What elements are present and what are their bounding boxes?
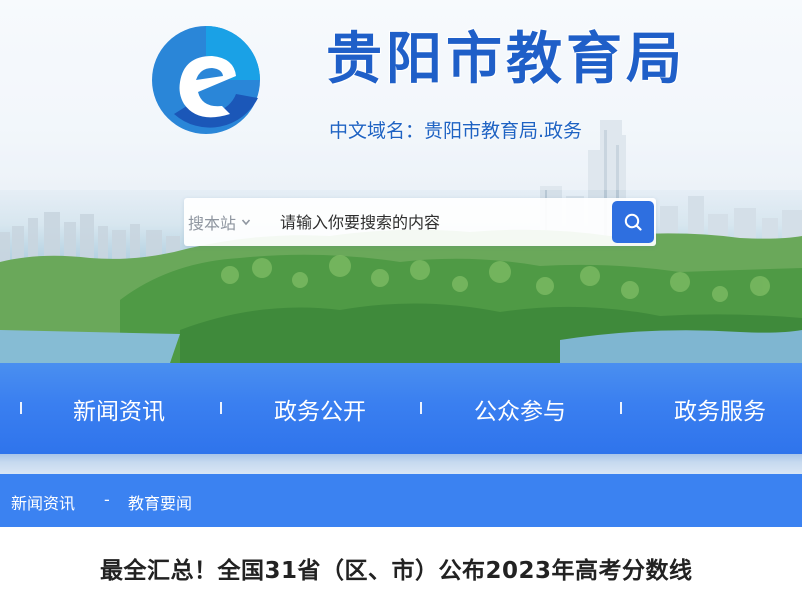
nav-divider xyxy=(620,402,622,414)
site-title: 贵阳市教育局 xyxy=(326,27,686,92)
search-input[interactable] xyxy=(280,208,598,236)
search-button[interactable] xyxy=(612,201,654,243)
nav-item-news[interactable]: 新闻资讯 xyxy=(73,363,165,454)
nav-divider xyxy=(20,402,22,414)
breadcrumb-separator: - xyxy=(104,490,110,509)
nav-item-public-participation[interactable]: 公众参与 xyxy=(474,363,566,454)
search-icon xyxy=(624,213,642,231)
nav-item-government-services[interactable]: 政务服务 xyxy=(674,363,766,454)
search-scope-label: 搜本站 xyxy=(188,214,237,233)
article-title: 最全汇总！全国31省（区、市）公布2023年高考分数线 xyxy=(100,558,693,584)
breadcrumb: 新闻资讯 - 教育要闻 xyxy=(0,474,802,527)
nav-item-government-affairs[interactable]: 政务公开 xyxy=(274,363,366,454)
divider-band xyxy=(0,454,802,474)
chinese-domain-name: 中文域名：贵阳市教育局.政务 xyxy=(329,120,583,142)
breadcrumb-item-news[interactable]: 新闻资讯 xyxy=(11,490,75,514)
main-nav: 新闻资讯 政务公开 公众参与 政务服务 xyxy=(0,363,802,454)
e-logo-icon xyxy=(152,26,260,134)
chevron-down-icon xyxy=(241,219,251,226)
breadcrumb-item-education-news[interactable]: 教育要闻 xyxy=(128,490,192,514)
search-scope-dropdown[interactable]: 搜本站 xyxy=(188,210,251,234)
header-banner: 贵阳市教育局 中文域名：贵阳市教育局.政务 搜本站 xyxy=(0,0,802,363)
search-box: 搜本站 xyxy=(184,198,656,246)
nav-divider xyxy=(420,402,422,414)
nav-divider xyxy=(220,402,222,414)
